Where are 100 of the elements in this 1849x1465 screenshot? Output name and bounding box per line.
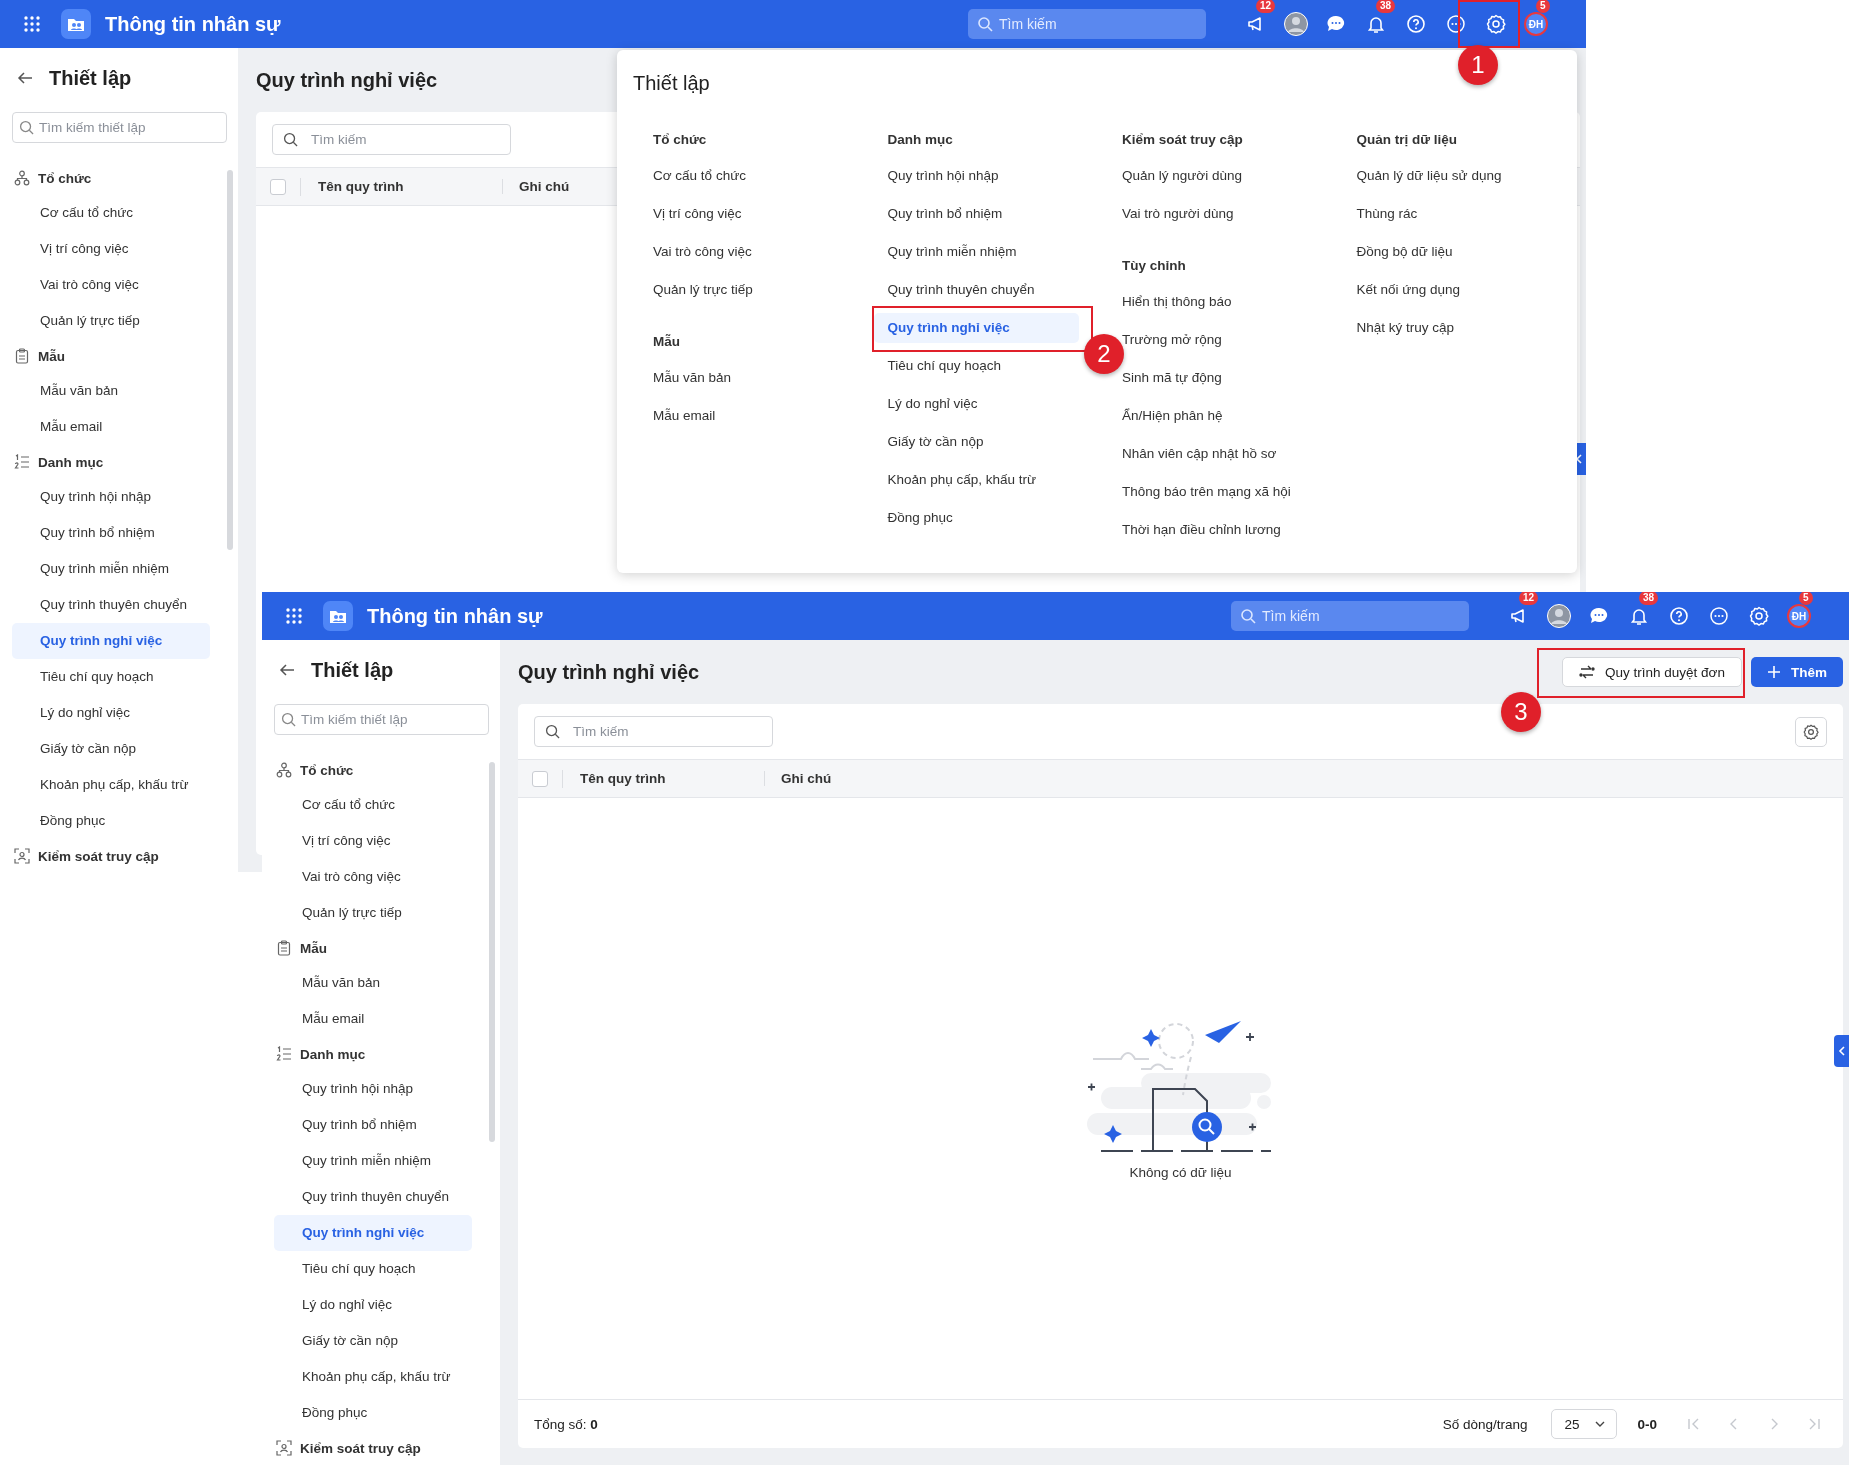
sidebar-group-label[interactable]: Mẫu [38,348,65,364]
sidebar-item[interactable]: Quy trình nghỉ việc [12,623,210,659]
notification-count: 5 [1536,0,1550,13]
menu-section-heading: Quản trị dữ liệu [1355,131,1459,149]
sidebar-item[interactable]: Quy trình thuyên chuyển [274,1179,472,1215]
menu-item[interactable]: Quản lý người dùng [1122,161,1242,191]
sidebar-item[interactable]: Khoản phụ cấp, khấu trừ [274,1359,472,1395]
menu-item[interactable]: Mẫu email [653,401,716,431]
sidebar-item[interactable]: Vị trí công việc [274,823,472,859]
search-field[interactable]: Tìm kiếm [1231,601,1469,631]
sidebar-item[interactable]: Giấy tờ cần nộp [274,1323,472,1359]
menu-section-heading: Kiểm soát truy cập [1121,131,1244,149]
sidebar-item[interactable]: Quy trình nghỉ việc [274,1215,472,1251]
sidebar-item[interactable]: Tiêu chí quy hoạch [274,1251,472,1287]
menu-item[interactable]: Nhân viên cập nhật hồ sơ [1122,439,1277,469]
menu-item[interactable]: Quản lý dữ liệu sử dụng [1356,161,1502,191]
menu-item[interactable]: Nhật ký truy cập [1356,313,1455,343]
menu-item[interactable]: Ẩn/Hiện phân hệ [1122,401,1223,431]
sidebar-item[interactable]: Cơ cấu tổ chức [274,787,472,823]
sidebar-item[interactable]: Quy trình miễn nhiệm [12,551,210,587]
sidebar-group-label[interactable]: Danh mục [38,454,104,470]
menu-item[interactable]: Quy trình nghỉ việc [873,313,1079,343]
column-header[interactable]: Ghi chú [765,771,832,786]
notification-count: 12 [1519,592,1539,605]
menu-title: Thiết lập [632,71,711,96]
notification-count: 5 [1799,592,1813,605]
menu-item[interactable]: Vai trò công việc [653,237,752,267]
column-header[interactable]: Tên quy trình [563,771,765,786]
menu-section-heading: Mẫu [652,333,681,351]
menu-item[interactable]: Sinh mã tự động [1122,363,1222,393]
sidebar-item[interactable]: Lý do nghỉ việc [12,695,210,731]
table-search-field[interactable]: Tìm kiếm [534,716,773,747]
sidebar-group-label[interactable]: Kiểm soát truy cập [38,848,159,864]
sidebar-item[interactable]: Giấy tờ cần nộp [12,731,210,767]
sidebar-item[interactable]: Quy trình bổ nhiệm [274,1107,472,1143]
notification-count: 12 [1256,0,1276,13]
add-button[interactable]: Thêm [1751,657,1843,687]
sidebar-group-label[interactable]: Kiểm soát truy cập [300,1440,421,1456]
notification-count: 38 [1639,592,1659,605]
sidebar-item[interactable]: Quy trình miễn nhiệm [274,1143,472,1179]
menu-item[interactable]: Tiêu chí quy hoạch [887,351,1002,381]
menu-item[interactable]: Đồng phục [887,503,953,533]
menu-item[interactable]: Thời hạn điều chỉnh lương [1122,515,1281,545]
approval-flow-button[interactable]: Quy trình duyệt đơn [1562,657,1742,687]
sidebar-item[interactable]: Quy trình thuyên chuyển [12,587,210,623]
menu-item[interactable]: Giấy tờ cần nộp [887,427,984,457]
menu-item[interactable]: Vị trí công việc [653,199,742,229]
sidebar-group-label[interactable]: Mẫu [300,940,327,956]
sidebar-item[interactable]: Mẫu email [274,1001,472,1037]
page-size-select[interactable]: 25 [1551,1409,1618,1439]
menu-item[interactable]: Trường mở rộng [1122,325,1222,355]
menu-item[interactable]: Quy trình thuyên chuyển [887,275,1035,305]
sidebar-item[interactable]: Vai trò công việc [274,859,472,895]
page-title: Quy trình nghỉ việc [256,68,438,92]
sidebar-search-field[interactable]: Tìm kiếm thiết lập [12,112,227,143]
menu-item[interactable]: Thùng rác [1356,199,1418,229]
sidebar-item[interactable]: Mẫu văn bản [12,373,210,409]
sidebar-group-label[interactable]: Danh mục [300,1046,366,1062]
app-title: Thông tin nhân sự [105,12,281,36]
menu-item[interactable]: Khoản phụ cấp, khấu trừ [887,465,1037,495]
sidebar-group-label[interactable]: Tổ chức [300,762,354,778]
sidebar-title: Thiết lập [49,66,132,90]
menu-item[interactable]: Vai trò người dùng [1122,199,1234,229]
menu-item[interactable]: Thông báo trên mạng xã hội [1122,477,1291,507]
menu-item[interactable]: Hiển thị thông báo [1122,287,1232,317]
menu-section-heading: Tùy chỉnh [1121,257,1187,275]
menu-item[interactable]: Đồng bộ dữ liệu [1356,237,1453,267]
menu-item[interactable]: Quản lý trực tiếp [653,275,753,305]
sidebar-item[interactable]: Đồng phục [274,1395,472,1431]
sidebar-search-field[interactable]: Tìm kiếm thiết lập [274,704,489,735]
sidebar-group-label[interactable]: Tổ chức [38,170,92,186]
table-search-field[interactable]: Tìm kiếm [272,124,511,155]
column-header[interactable]: Ghi chú [503,179,570,194]
app-title: Thông tin nhân sự [367,604,543,628]
menu-item[interactable]: Quy trình bổ nhiệm [887,199,1003,229]
sidebar-item[interactable]: Quy trình hội nhập [12,479,210,515]
sidebar-item[interactable]: Khoản phụ cấp, khấu trừ [12,767,210,803]
sidebar-item[interactable]: Mẫu văn bản [274,965,472,1001]
sidebar-title: Thiết lập [311,658,394,682]
menu-item[interactable]: Mẫu văn bản [653,363,732,393]
menu-item[interactable]: Lý do nghỉ việc [887,389,978,419]
sidebar-item[interactable]: Quản lý trực tiếp [12,303,210,339]
sidebar-item[interactable]: Vai trò công việc [12,267,210,303]
sidebar-item[interactable]: Mẫu email [12,409,210,445]
sidebar-item[interactable]: Quy trình bổ nhiệm [12,515,210,551]
sidebar-item[interactable]: Cơ cấu tổ chức [12,195,210,231]
sidebar-item[interactable]: Lý do nghỉ việc [274,1287,472,1323]
sidebar-item[interactable]: Quản lý trực tiếp [274,895,472,931]
page-title: Quy trình nghỉ việc [518,660,700,684]
search-field[interactable]: Tìm kiếm [968,9,1206,39]
sidebar-item[interactable]: Đồng phục [12,803,210,839]
empty-state-message: Không có dữ liệu [1129,1165,1232,1180]
sidebar-item[interactable]: Vị trí công việc [12,231,210,267]
sidebar-item[interactable]: Quy trình hội nhập [274,1071,472,1107]
column-header[interactable]: Tên quy trình [301,179,503,194]
menu-item[interactable]: Kết nối ứng dụng [1356,275,1461,305]
menu-item[interactable]: Quy trình miễn nhiệm [887,237,1017,267]
menu-item[interactable]: Cơ cấu tổ chức [653,161,746,191]
sidebar-item[interactable]: Tiêu chí quy hoạch [12,659,210,695]
menu-item[interactable]: Quy trình hội nhập [887,161,999,191]
